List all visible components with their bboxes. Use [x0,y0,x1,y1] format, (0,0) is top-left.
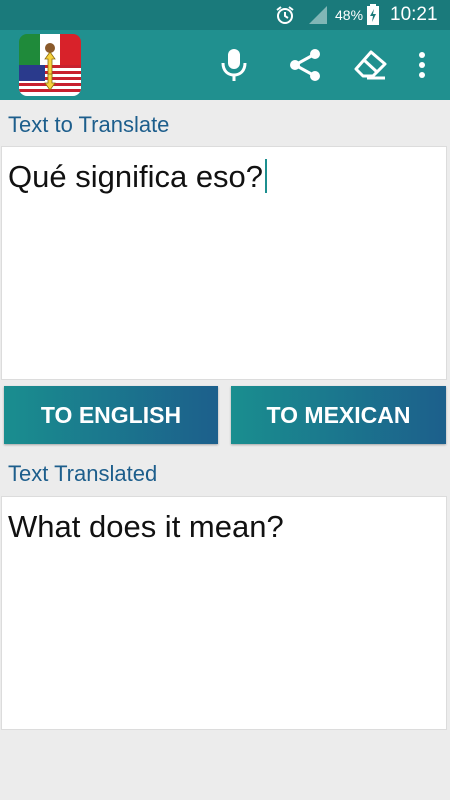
input-text[interactable]: Qué significa eso? [8,159,268,195]
to-mexican-button[interactable]: TO MEXICAN [231,386,446,444]
output-label: Text Translated [8,461,158,486]
battery-percent: 48% [335,7,364,23]
app-toolbar [0,30,450,100]
status-bar: 48% 10:21 [0,0,450,30]
input-label: Text to Translate [8,112,170,137]
microphone-icon[interactable] [214,45,254,85]
output-text[interactable]: What does it mean? [8,509,284,545]
status-time: 10:21 [390,4,438,25]
to-english-button[interactable]: TO ENGLISH [4,386,218,444]
signal-icon [307,4,329,31]
text-cursor [265,159,268,193]
mexico-usa-flags-logo [19,34,81,96]
battery-charging-icon [366,4,380,31]
more-vert-icon[interactable] [402,45,442,85]
text-to-translate-input[interactable]: Qué significa eso? [1,146,447,380]
alarm-icon [274,4,296,31]
text-translated-output[interactable]: What does it mean? [1,496,447,730]
share-icon[interactable] [285,45,325,85]
eraser-icon[interactable] [350,45,390,85]
